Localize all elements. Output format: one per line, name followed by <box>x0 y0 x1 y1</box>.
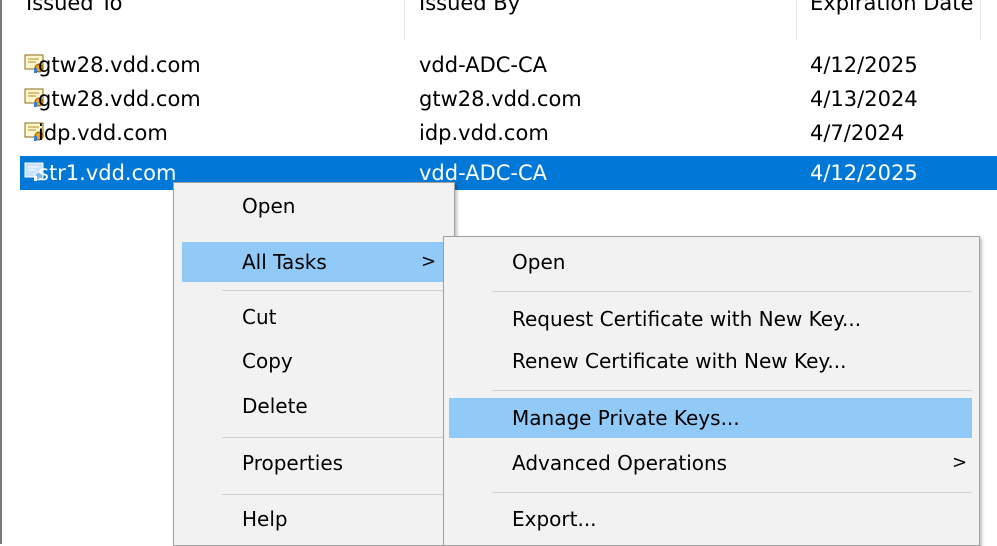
menu-separator <box>222 437 444 438</box>
menu-item-label: Help <box>242 507 288 531</box>
cell-issued-to: gtw28.vdd.com <box>38 87 201 111</box>
menu-item-label: Request Certificate with New Key... <box>512 307 862 331</box>
column-header: Issued To Issued By Expiration Date <box>0 0 997 40</box>
menu-item-label: Copy <box>242 349 293 373</box>
menu-separator <box>222 290 444 291</box>
submenu-item-export[interactable]: Export... <box>444 499 979 539</box>
submenu-item-open[interactable]: Open <box>444 242 979 282</box>
column-divider[interactable] <box>404 0 405 40</box>
menu-item-label: Manage Private Keys... <box>512 406 740 430</box>
menu-item-label: Open <box>512 250 566 274</box>
all-tasks-submenu: Open Request Certificate with New Key...… <box>443 236 980 546</box>
cell-issued-by: vdd-ADC-CA <box>419 53 548 77</box>
submenu-item-advanced-operations[interactable]: Advanced Operations > <box>444 443 979 483</box>
menu-separator <box>492 492 972 493</box>
table-row-selected[interactable]: str1.vdd.com vdd-ADC-CA 4/12/2025 <box>20 156 997 190</box>
cell-issued-by: idp.vdd.com <box>419 121 549 145</box>
menu-separator <box>492 291 972 292</box>
menu-item-cut[interactable]: Cut <box>174 297 454 337</box>
menu-item-label: Cut <box>242 305 277 329</box>
menu-item-label: All Tasks <box>242 250 327 274</box>
cell-issued-to: gtw28.vdd.com <box>38 53 201 77</box>
column-divider[interactable] <box>796 0 797 40</box>
column-divider[interactable] <box>980 0 981 40</box>
menu-item-all-tasks[interactable]: All Tasks > <box>182 242 444 282</box>
menu-item-label: Advanced Operations <box>512 451 728 475</box>
chevron-right-icon: > <box>421 251 437 272</box>
column-issued-by[interactable]: Issued By <box>419 0 520 26</box>
menu-item-label: Delete <box>242 394 308 418</box>
menu-separator <box>222 494 444 495</box>
menu-item-label: Renew Certificate with New Key... <box>512 349 847 373</box>
cell-expiration-date: 4/12/2025 <box>810 53 918 77</box>
menu-item-open[interactable]: Open <box>174 186 454 226</box>
cell-expiration-date: 4/12/2025 <box>810 161 918 185</box>
menu-item-delete[interactable]: Delete <box>174 386 454 426</box>
menu-item-copy[interactable]: Copy <box>174 341 454 381</box>
context-menu: Open All Tasks > Cut Copy Delete Propert… <box>173 182 455 546</box>
menu-item-help[interactable]: Help <box>174 499 454 539</box>
chevron-right-icon: > <box>952 452 968 473</box>
menu-item-label: Export... <box>512 507 597 531</box>
menu-item-label: Open <box>242 194 296 218</box>
cell-expiration-date: 4/7/2024 <box>810 121 905 145</box>
cell-issued-by: gtw28.vdd.com <box>419 87 582 111</box>
menu-separator <box>492 390 972 391</box>
list-view-left-border <box>0 0 2 544</box>
column-issued-to[interactable]: Issued To <box>26 0 122 26</box>
cell-issued-to: str1.vdd.com <box>38 161 177 185</box>
table-row[interactable]: gtw28.vdd.com gtw28.vdd.com 4/13/2024 <box>20 82 997 116</box>
cell-expiration-date: 4/13/2024 <box>810 87 918 111</box>
column-expiration-date[interactable]: Expiration Date <box>810 0 973 26</box>
menu-item-properties[interactable]: Properties <box>174 443 454 483</box>
submenu-item-renew-certificate[interactable]: Renew Certificate with New Key... <box>444 341 979 381</box>
submenu-item-manage-private-keys[interactable]: Manage Private Keys... <box>449 398 972 438</box>
table-row[interactable]: idp.vdd.com idp.vdd.com 4/7/2024 <box>20 116 997 150</box>
submenu-item-request-certificate[interactable]: Request Certificate with New Key... <box>444 299 979 339</box>
table-row[interactable]: gtw28.vdd.com vdd-ADC-CA 4/12/2025 <box>20 48 997 82</box>
cell-issued-to: idp.vdd.com <box>38 121 168 145</box>
menu-item-label: Properties <box>242 451 344 475</box>
